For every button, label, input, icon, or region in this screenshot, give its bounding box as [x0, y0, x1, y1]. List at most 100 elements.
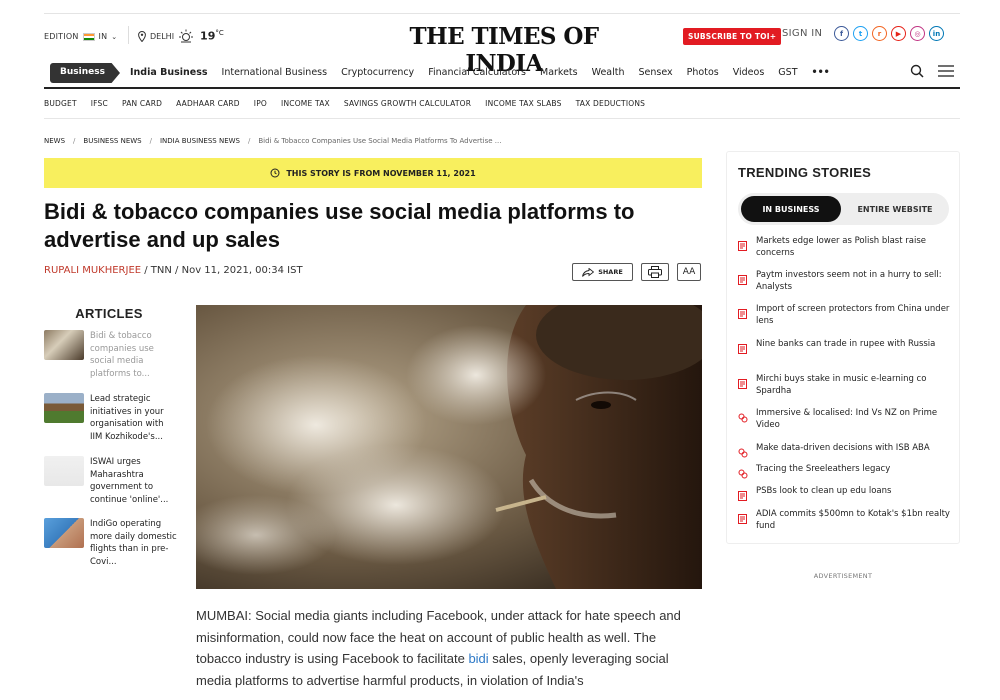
article-icon: [738, 509, 748, 532]
nav-more-icon[interactable]: •••: [812, 67, 830, 78]
article-hero-image: [196, 305, 702, 589]
trending-item-title: Import of screen protectors from China u…: [756, 304, 950, 326]
trending-tab-toggle: IN BUSINESS ENTIRE WEBSITE: [738, 193, 949, 225]
trending-item[interactable]: Immersive & localised: Ind Vs NZ on Prim…: [738, 407, 953, 431]
byline-meta: / TNN / Nov 11, 2021, 00:34 IST: [141, 265, 303, 276]
nav-item-india-business[interactable]: India Business: [130, 67, 208, 78]
trending-item-title: Tracing the Sreeleathers legacy: [756, 464, 891, 474]
article-thumbnail: [44, 456, 84, 486]
history-clock-icon: [270, 168, 280, 178]
breadcrumb-item: Bidi & Tobacco Companies Use Social Medi…: [258, 137, 502, 145]
social-links: f t r ▶ ◎ in: [834, 26, 944, 41]
nav-icons: [910, 64, 954, 78]
chevron-down-icon: ⌄: [111, 32, 118, 41]
nav-item-cryptocurrency[interactable]: Cryptocurrency: [341, 67, 414, 78]
breadcrumb-item[interactable]: NEWS: [44, 137, 65, 145]
breadcrumb-item[interactable]: INDIA BUSINESS NEWS: [160, 137, 240, 145]
article-thumbnail: [44, 393, 84, 423]
article-icon: [738, 486, 748, 505]
breadcrumb: NEWS / BUSINESS NEWS / INDIA BUSINESS NEWS / B…: [44, 137, 501, 145]
tab-in-business[interactable]: IN BUSINESS: [741, 196, 841, 222]
instagram-icon[interactable]: ◎: [910, 26, 925, 41]
trending-item-title: ADIA commits $500mn to Kotak's $1bn real…: [756, 509, 950, 531]
linkedin-icon[interactable]: in: [929, 26, 944, 41]
twitter-icon[interactable]: t: [853, 26, 868, 41]
trending-item[interactable]: Import of screen protectors from China u…: [738, 303, 953, 327]
subnav-item-tax-deductions[interactable]: TAX DEDUCTIONS: [576, 99, 646, 118]
share-button[interactable]: SHARE: [572, 263, 633, 281]
nav-item-international-business[interactable]: International Business: [222, 67, 328, 78]
font-size-button[interactable]: AA: [677, 263, 701, 281]
facebook-icon[interactable]: f: [834, 26, 849, 41]
article-thumbnail: [44, 518, 84, 548]
articles-heading: ARTICLES: [75, 306, 143, 321]
signin-link[interactable]: SIGN IN: [782, 28, 822, 39]
print-icon: [648, 266, 662, 278]
nav-item-photos[interactable]: Photos: [687, 67, 719, 78]
hamburger-menu-icon[interactable]: [938, 65, 954, 77]
trending-item-title: Markets edge lower as Polish blast raise…: [756, 236, 926, 258]
article-list-title: IndiGo operating more daily domestic fli…: [90, 519, 177, 567]
edition-selector[interactable]: EDITION IN ⌄: [44, 32, 117, 41]
trending-item[interactable]: Make data-driven decisions with ISB ABA: [738, 442, 953, 462]
nav-items: India Business International Business Cryp…: [130, 67, 830, 78]
city-name: DELHI: [150, 31, 175, 41]
trending-item[interactable]: Nine banks can trade in rupee with Russi…: [738, 338, 953, 358]
subnav-item-income-tax[interactable]: INCOME TAX: [281, 99, 330, 118]
article-list-item[interactable]: ISWAI urges Maharashtra government to co…: [44, 456, 184, 506]
trending-item[interactable]: ADIA commits $500mn to Kotak's $1bn real…: [738, 508, 953, 532]
article-list-item[interactable]: Bidi & tobacco companies use social medi…: [44, 330, 184, 380]
subnav-item-ifsc[interactable]: IFSC: [91, 99, 108, 118]
article-list-item[interactable]: IndiGo operating more daily domestic fli…: [44, 518, 184, 568]
trending-item[interactable]: Markets edge lower as Polish blast raise…: [738, 235, 953, 259]
breadcrumb-item[interactable]: BUSINESS NEWS: [83, 137, 141, 145]
rss-icon[interactable]: r: [872, 26, 887, 41]
bidi-link[interactable]: bidi: [468, 651, 488, 666]
smoker-photo: [196, 305, 702, 589]
brand-icon: [738, 464, 748, 483]
article-icon: [738, 304, 748, 327]
subnav-item-pan-card[interactable]: PAN CARD: [122, 99, 162, 118]
subnav-item-budget[interactable]: BUDGET: [44, 99, 77, 118]
youtube-icon[interactable]: ▶: [891, 26, 906, 41]
nav-item-sensex[interactable]: Sensex: [639, 67, 673, 78]
edition-label: EDITION: [44, 32, 79, 41]
article-list-item[interactable]: Lead strategic initiatives in your organ…: [44, 393, 184, 443]
byline: Rupali Mukherjee / TNN / Nov 11, 2021, 0…: [44, 265, 303, 276]
search-icon[interactable]: [910, 64, 924, 78]
author-link[interactable]: Rupali Mukherjee: [44, 265, 141, 276]
article-list-title: Lead strategic initiatives in your organ…: [90, 394, 164, 442]
nav-item-videos[interactable]: Videos: [733, 67, 765, 78]
trending-item[interactable]: Mirchi buys stake in music e-learning co…: [738, 373, 953, 397]
tab-entire-website[interactable]: ENTIRE WEBSITE: [844, 196, 946, 222]
nav-item-gst[interactable]: GST: [778, 67, 797, 78]
brand-icon: [738, 408, 748, 431]
print-button[interactable]: [641, 263, 669, 281]
trending-item[interactable]: Paytm investors seem not in a hurry to s…: [738, 269, 953, 293]
trending-item-title: Make data-driven decisions with ISB ABA: [756, 443, 930, 453]
article-headline: Bidi & tobacco companies use social medi…: [44, 199, 635, 252]
subnav-item-aadhaar-card[interactable]: AADHAAR CARD: [176, 99, 240, 118]
subnav-item-income-tax-slabs[interactable]: INCOME TAX SLABS: [485, 99, 561, 118]
nav-item-wealth[interactable]: Wealth: [592, 67, 625, 78]
brand-icon: [738, 443, 748, 462]
section-pill[interactable]: Business: [50, 63, 120, 83]
nav-item-markets[interactable]: Markets: [540, 67, 578, 78]
weather-widget[interactable]: DELHI 19°C: [138, 29, 224, 43]
article-thumbnail: [44, 330, 84, 360]
breadcrumb-separator: /: [73, 137, 76, 145]
nav-item-financial-calculators[interactable]: Financial Calculators: [428, 67, 526, 78]
trending-item-title: Nine banks can trade in rupee with Russi…: [756, 339, 936, 349]
trending-item[interactable]: Tracing the Sreeleathers legacy: [738, 463, 953, 483]
trending-item[interactable]: PSBs look to clean up edu loans: [738, 485, 953, 505]
breadcrumb-separator: /: [247, 137, 251, 145]
subnav-item-savings-growth-calculator[interactable]: SAVINGS GROWTH CALCULATOR: [344, 99, 471, 118]
advertisement-label: ADVERTISEMENT: [813, 572, 873, 580]
subnav-item-ipo[interactable]: IPO: [254, 99, 267, 118]
article-list-title: ISWAI urges Maharashtra government to co…: [90, 457, 169, 505]
india-flag-icon: [82, 32, 95, 41]
subscribe-button[interactable]: SUBSCRIBE TO TOI+: [683, 28, 782, 45]
breadcrumb-separator: /: [149, 137, 152, 145]
sub-nav: BUDGET IFSC PAN CARD AADHAAR CARD IPO INCOME …: [44, 99, 960, 119]
trending-stories-panel: TRENDING STORIES IN BUSINESS ENTIRE WEBS…: [726, 151, 960, 544]
